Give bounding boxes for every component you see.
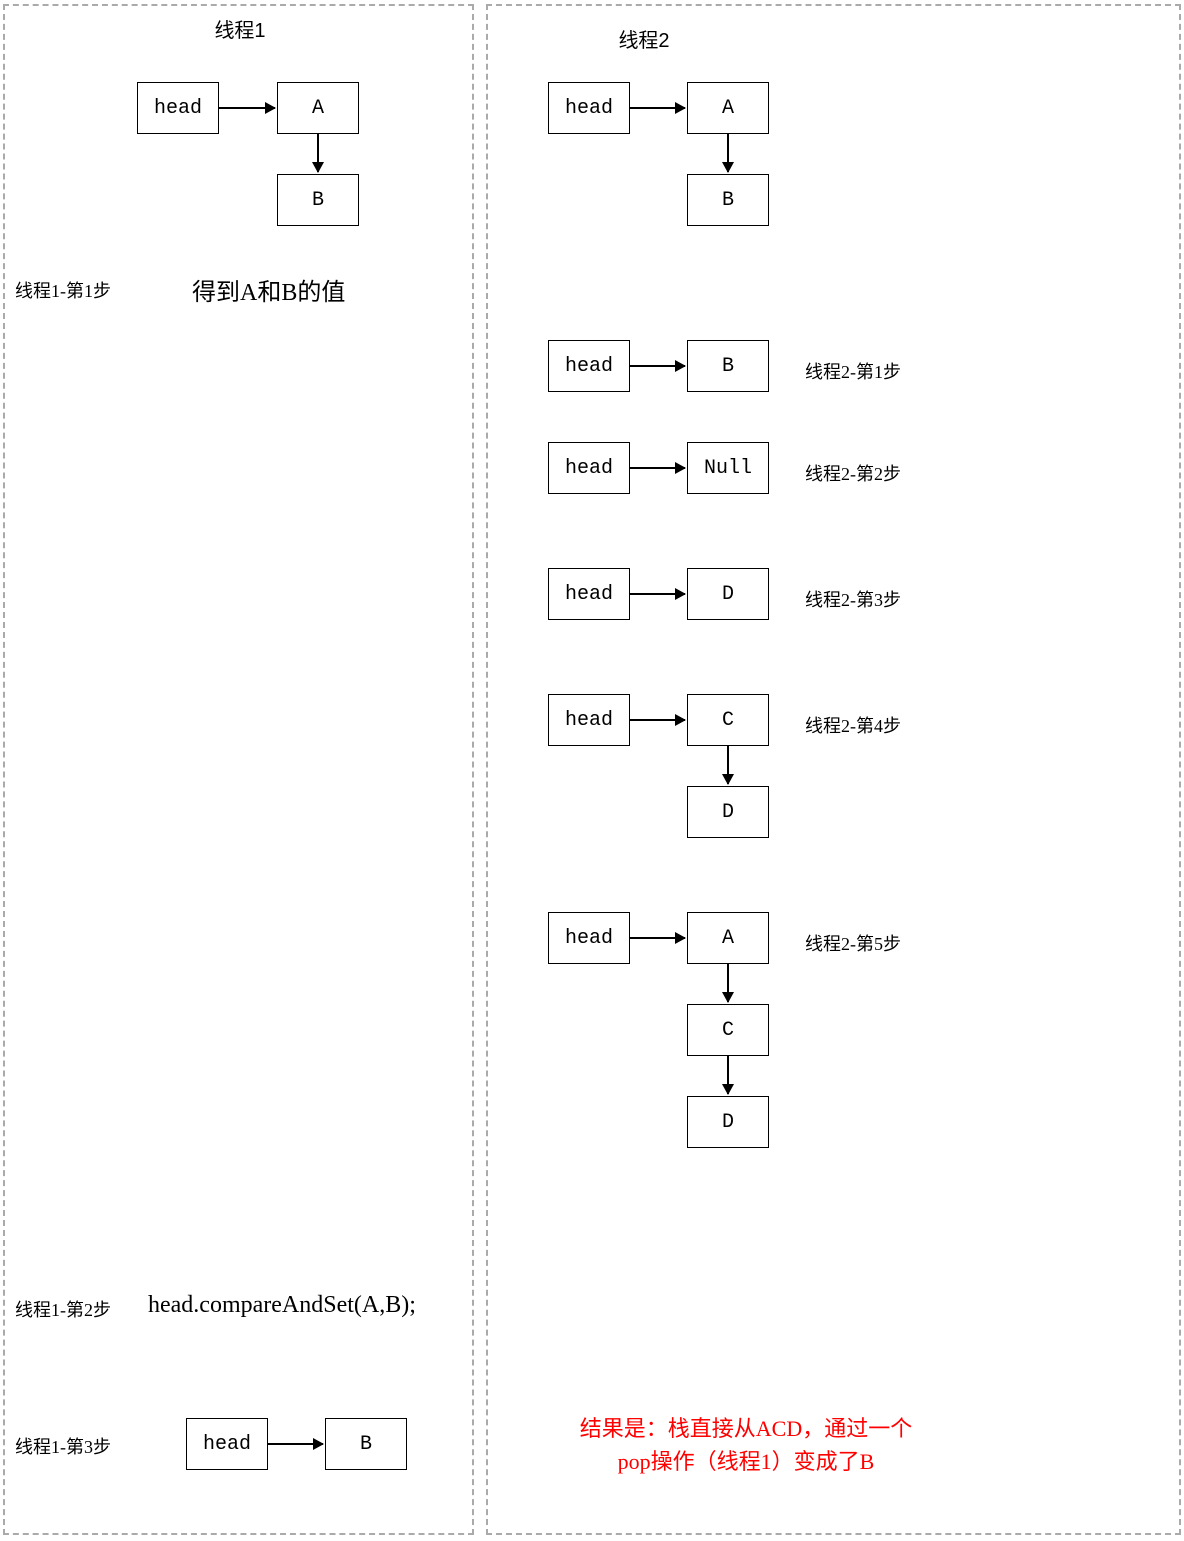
l-A-1: A bbox=[277, 82, 359, 134]
title-thread-1: 线程1 bbox=[214, 14, 265, 43]
arrow bbox=[630, 593, 685, 595]
l-head-1: head bbox=[137, 82, 219, 134]
l-head-3: head bbox=[186, 1418, 268, 1470]
l-step3-label: 线程1-第3步 bbox=[15, 1433, 111, 1459]
r-step4-label: 线程2-第4步 bbox=[805, 712, 901, 738]
r-D-4: D bbox=[687, 786, 769, 838]
r-head-1: head bbox=[548, 340, 630, 392]
arrow bbox=[727, 1056, 729, 1094]
r-A-0: A bbox=[687, 82, 769, 134]
arrow bbox=[727, 134, 729, 172]
l-B-3: B bbox=[325, 1418, 407, 1470]
arrow bbox=[268, 1443, 323, 1445]
arrow bbox=[727, 964, 729, 1002]
r-step2-label: 线程2-第2步 bbox=[805, 460, 901, 486]
r-D-3: D bbox=[687, 568, 769, 620]
r-head-5: head bbox=[548, 912, 630, 964]
arrow bbox=[630, 937, 685, 939]
r-D-5: D bbox=[687, 1096, 769, 1148]
r-B-0: B bbox=[687, 174, 769, 226]
panel-thread-2 bbox=[486, 4, 1181, 1535]
r-head-0: head bbox=[548, 82, 630, 134]
r-C-5: C bbox=[687, 1004, 769, 1056]
r-B-1: B bbox=[687, 340, 769, 392]
arrow bbox=[630, 467, 685, 469]
arrow bbox=[727, 746, 729, 784]
diagram-canvas: 线程1 线程2 head A B 线程1-第1步 得到A和B的值 线程1-第2步… bbox=[0, 0, 1184, 1541]
r-C-4: C bbox=[687, 694, 769, 746]
r-head-2: head bbox=[548, 442, 630, 494]
r-step5-label: 线程2-第5步 bbox=[805, 930, 901, 956]
r-step1-label: 线程2-第1步 bbox=[805, 358, 901, 384]
arrow bbox=[630, 107, 685, 109]
l-step2-text: head.compareAndSet(A,B); bbox=[148, 1292, 416, 1319]
l-B-1: B bbox=[277, 174, 359, 226]
arrow bbox=[630, 719, 685, 721]
r-head-3: head bbox=[548, 568, 630, 620]
r-Null-2: Null bbox=[687, 442, 769, 494]
l-step2-label: 线程1-第2步 bbox=[15, 1296, 111, 1322]
r-A-5: A bbox=[687, 912, 769, 964]
r-head-4: head bbox=[548, 694, 630, 746]
result-text: 结果是：栈直接从ACD，通过一个 pop操作（线程1）变成了B bbox=[536, 1412, 956, 1478]
r-step3-label: 线程2-第3步 bbox=[805, 586, 901, 612]
title-thread-2: 线程2 bbox=[618, 24, 669, 53]
arrow bbox=[630, 365, 685, 367]
arrow bbox=[219, 107, 275, 109]
arrow bbox=[317, 134, 319, 172]
l-step1-label: 线程1-第1步 bbox=[15, 277, 111, 303]
l-step1-text: 得到A和B的值 bbox=[192, 272, 345, 307]
